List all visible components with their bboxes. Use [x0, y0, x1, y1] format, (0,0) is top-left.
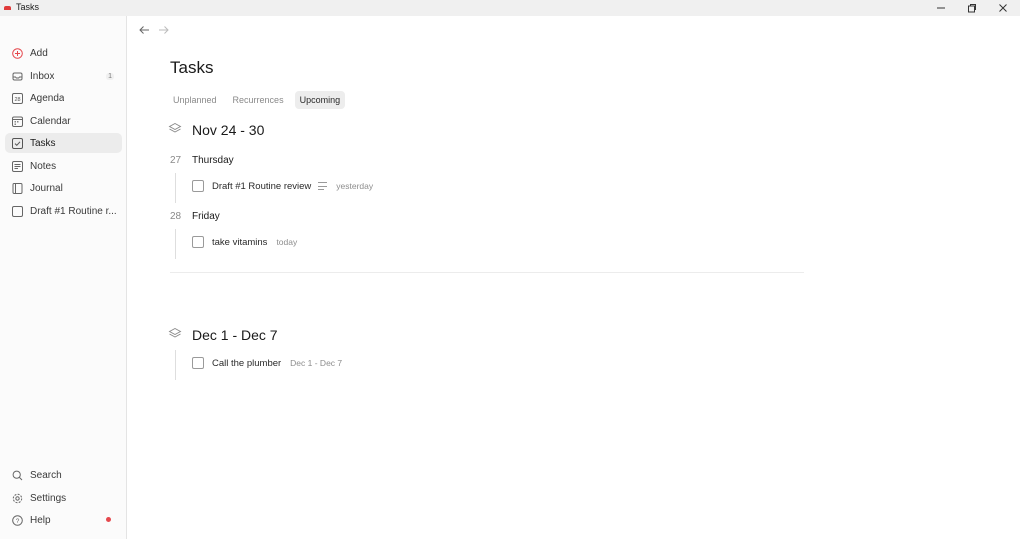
section-divider: [170, 272, 804, 273]
task-title: take vitamins: [212, 236, 268, 248]
sidebar-item-label: Notes: [30, 160, 57, 172]
search-icon: [12, 470, 23, 481]
sidebar-item-label: Draft #1 Routine r...: [30, 205, 117, 217]
arrow-right-icon: [159, 26, 169, 34]
help-icon: ?: [12, 514, 23, 526]
sidebar-item-inbox[interactable]: Inbox 1: [5, 66, 122, 86]
title-bar: Tasks: [0, 0, 1020, 16]
layers-icon: [168, 327, 182, 338]
day-timeline-line: [175, 173, 176, 203]
arrow-left-icon: [139, 26, 149, 34]
sidebar-item-label: Settings: [30, 492, 67, 504]
sidebar-item-label: Inbox: [30, 70, 55, 82]
note-icon: [318, 182, 328, 190]
close-icon: [999, 4, 1007, 12]
sidebar-item-calendar[interactable]: Calendar: [5, 111, 122, 131]
view-tabs: Unplanned Recurrences Upcoming: [168, 91, 346, 109]
close-button[interactable]: [987, 0, 1019, 16]
notification-dot: [106, 517, 111, 522]
sidebar-item-draft-routine[interactable]: Draft #1 Routine r...: [5, 201, 122, 221]
sidebar: Add Inbox 1 28 Agenda Calendar Tasks Not…: [0, 16, 127, 539]
day-name: Thursday: [192, 155, 234, 166]
sidebar-item-label: Journal: [30, 182, 63, 194]
sidebar-item-label: Help: [30, 514, 51, 526]
layers-icon: [168, 122, 182, 133]
minimize-icon: [937, 7, 945, 9]
agenda-icon-date: 28: [14, 97, 20, 103]
page-icon: [12, 205, 23, 217]
task-item[interactable]: take vitamins today: [192, 235, 297, 249]
task-checkbox[interactable]: [192, 180, 204, 192]
sidebar-item-settings[interactable]: Settings: [5, 488, 122, 508]
svg-text:?: ?: [16, 518, 20, 525]
sidebar-item-label: Calendar: [30, 115, 71, 127]
day-name: Friday: [192, 211, 220, 222]
app-icon: [4, 6, 11, 10]
window-title: Tasks: [16, 2, 40, 12]
restore-button[interactable]: [956, 0, 988, 16]
task-date: yesterday: [336, 181, 374, 191]
task-item[interactable]: Draft #1 Routine review yesterday: [192, 179, 373, 193]
notes-icon: [12, 160, 23, 172]
forward-button[interactable]: [157, 24, 171, 36]
sidebar-item-label: Agenda: [30, 92, 65, 104]
task-checkbox[interactable]: [192, 357, 204, 369]
sidebar-item-journal[interactable]: Journal: [5, 178, 122, 198]
week-title: Nov 24 - 30: [192, 122, 265, 138]
task-date: today: [276, 237, 298, 247]
restore-icon: [968, 4, 976, 13]
tab-unplanned[interactable]: Unplanned: [168, 91, 222, 109]
sidebar-item-agenda[interactable]: 28 Agenda: [5, 88, 122, 108]
minimize-button[interactable]: [925, 0, 957, 16]
task-title: Call the plumber: [212, 357, 282, 369]
calendar-icon: [12, 116, 23, 127]
task-checkbox[interactable]: [192, 236, 204, 248]
sidebar-item-tasks[interactable]: Tasks: [5, 133, 122, 153]
sidebar-item-label: Tasks: [30, 137, 56, 149]
tab-recurrences[interactable]: Recurrences: [228, 91, 289, 109]
back-button[interactable]: [137, 24, 151, 36]
sidebar-item-notes[interactable]: Notes: [5, 156, 122, 176]
task-date: Dec 1 - Dec 7: [290, 358, 343, 368]
day-number: 27: [170, 155, 182, 166]
day-number: 28: [170, 211, 182, 222]
sidebar-item-add[interactable]: Add: [5, 43, 122, 63]
check-square-icon: [12, 137, 23, 149]
inbox-icon: [12, 71, 23, 82]
inbox-count-badge: 1: [106, 72, 114, 80]
journal-icon: [12, 182, 23, 194]
agenda-icon: 28: [12, 92, 23, 104]
week-title: Dec 1 - Dec 7: [192, 327, 278, 343]
day-timeline-line: [175, 229, 176, 259]
task-item[interactable]: Call the plumber Dec 1 - Dec 7: [192, 356, 342, 370]
sidebar-item-help[interactable]: ? Help: [5, 510, 122, 530]
sidebar-item-label: Search: [30, 469, 62, 481]
page-title: Tasks: [170, 58, 214, 77]
main-content: Tasks Unplanned Recurrences Upcoming Nov…: [128, 16, 1020, 539]
task-title: Draft #1 Routine review: [212, 180, 312, 192]
plus-circle-icon: [12, 47, 23, 59]
gear-icon: [12, 493, 23, 504]
week-timeline-line: [175, 350, 176, 380]
sidebar-item-label: Add: [30, 47, 48, 59]
sidebar-item-search[interactable]: Search: [5, 465, 122, 485]
tab-upcoming[interactable]: Upcoming: [294, 91, 346, 109]
